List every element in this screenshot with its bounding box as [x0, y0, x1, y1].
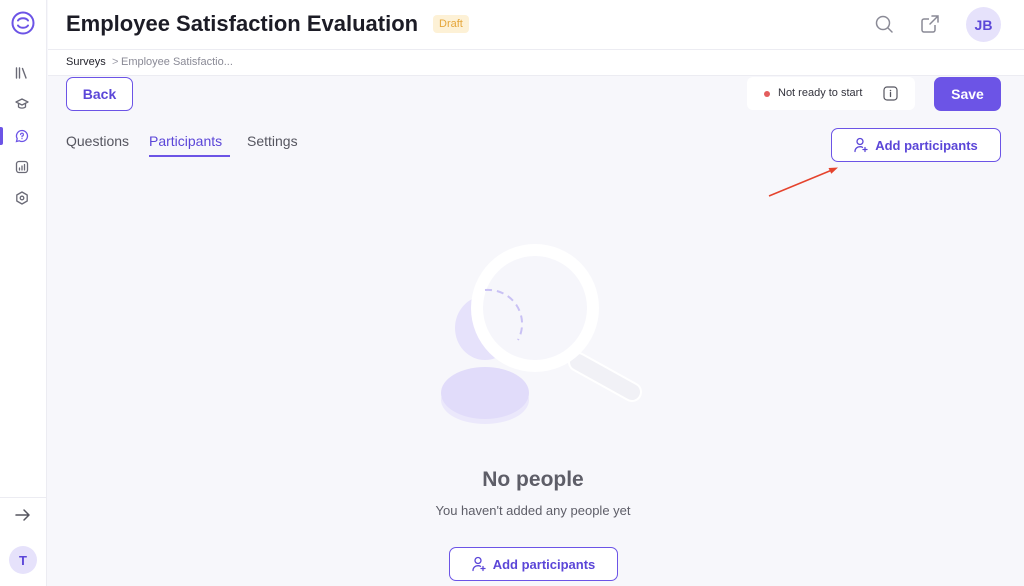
empty-state-subtitle: You haven't added any people yet	[435, 503, 631, 518]
save-button[interactable]: Save	[934, 77, 1001, 111]
readiness-status: Not ready to start	[747, 77, 915, 110]
status-dot	[764, 91, 770, 97]
sidebar: T	[0, 0, 47, 586]
graduation-cap-icon[interactable]	[13, 95, 31, 113]
app-logo-icon[interactable]	[11, 11, 35, 35]
analytics-icon[interactable]	[13, 158, 31, 176]
library-icon[interactable]	[13, 64, 31, 82]
empty-search-illustration	[441, 244, 642, 424]
active-nav-indicator	[0, 127, 3, 145]
tab-questions[interactable]: Questions	[66, 133, 129, 149]
back-button[interactable]: Back	[66, 77, 133, 111]
active-tab-indicator	[149, 155, 230, 157]
settings-hexagon-icon[interactable]	[13, 189, 31, 207]
status-badge: Draft	[433, 15, 469, 33]
breadcrumb-current: Employee Satisfactio...	[121, 56, 233, 68]
add-person-icon	[854, 137, 868, 153]
add-participants-button[interactable]: Add participants	[831, 128, 1001, 162]
tab-settings[interactable]: Settings	[247, 133, 298, 149]
breadcrumb-link-surveys[interactable]: Surveys	[66, 56, 106, 68]
chevron-right-icon: >	[112, 56, 119, 68]
user-avatar[interactable]: JB	[966, 7, 1001, 42]
search-icon[interactable]	[874, 14, 894, 34]
sidebar-divider	[0, 497, 47, 498]
survey-chat-icon[interactable]	[13, 127, 31, 145]
page-title: Employee Satisfaction Evaluation	[66, 11, 419, 36]
add-participants-label: Add participants	[875, 137, 978, 153]
add-participants-label: Add participants	[492, 556, 596, 572]
readiness-status-text: Not ready to start	[778, 87, 863, 99]
add-participants-button[interactable]: Add participants	[449, 547, 618, 581]
tab-participants[interactable]: Participants	[149, 133, 222, 149]
empty-state-title: No people	[482, 468, 584, 491]
info-icon[interactable]	[883, 86, 898, 101]
breadcrumb: Surveys > Employee Satisfactio...	[48, 49, 1024, 76]
external-link-icon[interactable]	[920, 14, 940, 34]
add-person-icon	[472, 556, 486, 572]
user-avatar[interactable]: T	[9, 546, 37, 574]
top-header: Employee Satisfaction Evaluation Draft J…	[48, 0, 1024, 49]
